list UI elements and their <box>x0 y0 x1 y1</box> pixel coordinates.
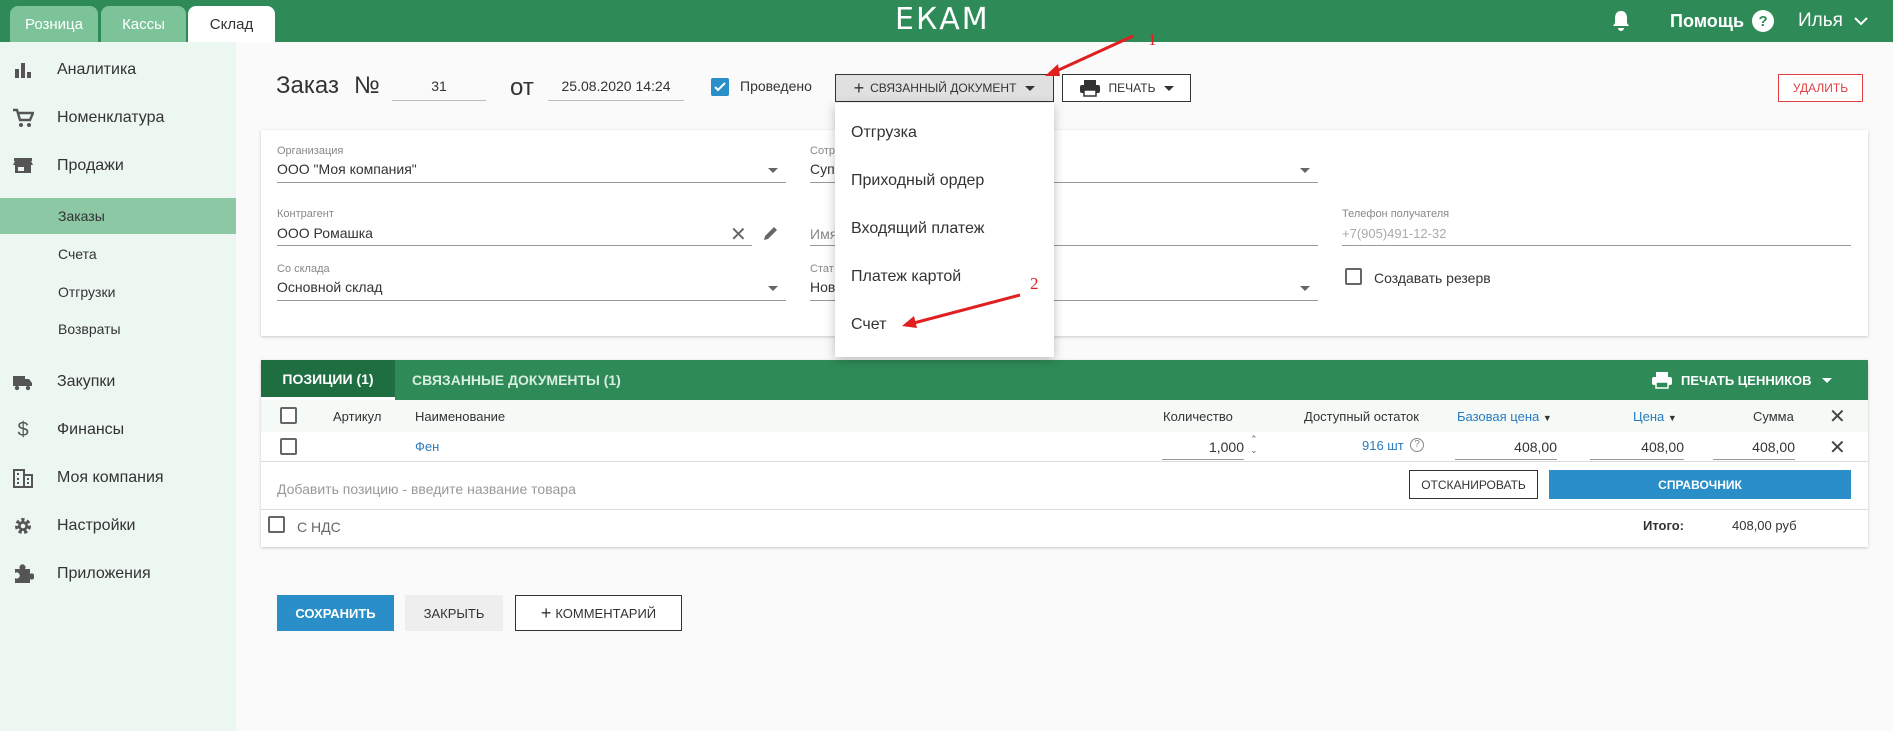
annotation-arrow-1 <box>1045 34 1134 76</box>
annotation-label-2: 2 <box>1030 274 1039 293</box>
annotation-arrows <box>902 34 1134 328</box>
annotation-arrow-2 <box>902 293 1021 328</box>
annotation-label-1: 1 <box>1148 30 1157 49</box>
